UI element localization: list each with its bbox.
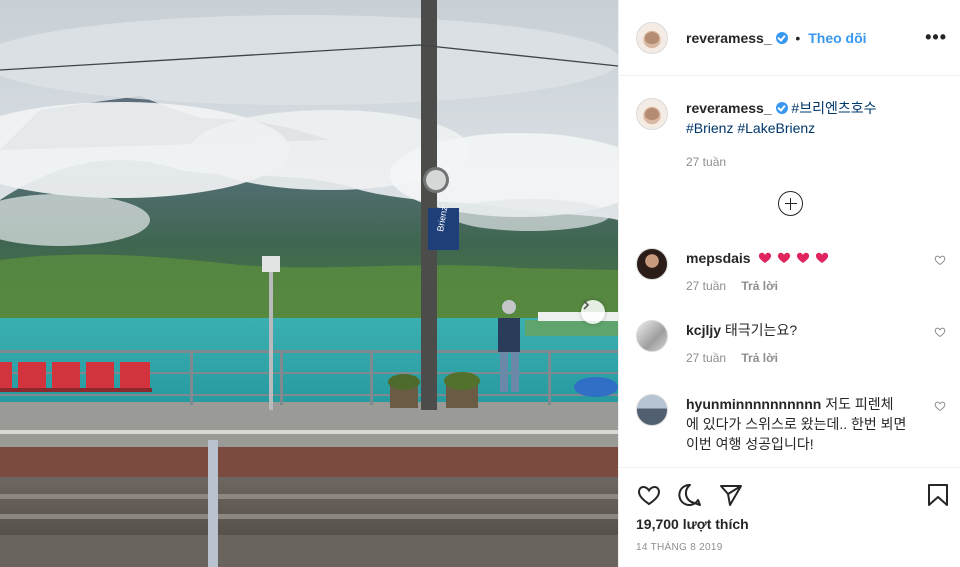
separator-dot: • bbox=[795, 29, 801, 46]
commenter-avatar[interactable] bbox=[636, 248, 668, 280]
commenter-username[interactable]: mepsdais bbox=[686, 250, 751, 266]
heart-icon[interactable] bbox=[636, 482, 662, 508]
comment-meta: 27 tuần Trả lời bbox=[686, 348, 908, 368]
next-arrow-icon bbox=[583, 300, 590, 310]
post-details-panel: reveramess_ • Theo dõi ••• reveramess_ #… bbox=[618, 0, 960, 567]
post-header: reveramess_ • Theo dõi ••• bbox=[619, 0, 960, 76]
next-photo-button[interactable] bbox=[581, 300, 605, 324]
follow-button[interactable]: Theo dõi bbox=[808, 30, 866, 46]
hashtag[interactable]: #Brienz bbox=[686, 120, 733, 136]
commenter-avatar[interactable] bbox=[636, 320, 668, 352]
verified-icon bbox=[775, 31, 788, 44]
caption-text: reveramess_ #브리엔츠호수 #Brienz #LakeBrienz … bbox=[686, 98, 877, 172]
post-caption: reveramess_ #브리엔츠호수 #Brienz #LakeBrienz … bbox=[636, 98, 946, 172]
instagram-post: Brienz reveramess_ • Theo dõi ••• revera… bbox=[0, 0, 960, 567]
load-more-icon[interactable] bbox=[778, 191, 803, 216]
comment-body: hyunminnnnnnnnnn 저도 피렌체 에 있다가 스위스로 왔는데..… bbox=[686, 394, 908, 454]
like-count[interactable]: 19,700 lượt thích bbox=[636, 516, 749, 532]
share-icon[interactable] bbox=[718, 482, 744, 508]
verified-icon bbox=[775, 102, 788, 114]
post-actions: 19,700 lượt thích 14 THÁNG 8 2019 bbox=[619, 467, 960, 567]
lake-landscape-image: Brienz bbox=[0, 0, 618, 567]
caption-username[interactable]: reveramess_ bbox=[686, 100, 772, 116]
hashtag[interactable]: #LakeBrienz bbox=[737, 120, 815, 136]
comment-item: mepsdais 27 tuần Trả lời bbox=[636, 248, 946, 296]
post-date[interactable]: 14 THÁNG 8 2019 bbox=[636, 542, 723, 553]
post-photo[interactable]: Brienz bbox=[0, 0, 618, 567]
comment-time[interactable]: 27 tuần bbox=[686, 279, 726, 293]
heart-icon[interactable] bbox=[934, 400, 946, 412]
commenter-username[interactable]: kcjljy bbox=[686, 322, 721, 338]
comment-time[interactable]: 27 tuần bbox=[686, 351, 726, 365]
hashtag[interactable]: #브리엔츠호수 bbox=[791, 100, 876, 116]
caption-author-avatar[interactable] bbox=[636, 98, 668, 130]
heart-emoji-row bbox=[754, 250, 834, 266]
comment-meta: 27 tuần Trả lời bbox=[686, 276, 908, 296]
reply-button[interactable]: Trả lời bbox=[741, 351, 778, 365]
heart-emoji-icons bbox=[759, 252, 829, 263]
comment-item: hyunminnnnnnnnnn 저도 피렌체 에 있다가 스위스로 왔는데..… bbox=[636, 394, 946, 454]
caption-time[interactable]: 27 tuần bbox=[686, 152, 877, 172]
author-username[interactable]: reveramess_ bbox=[686, 30, 772, 46]
reply-button[interactable]: Trả lời bbox=[741, 279, 778, 293]
comment-body: mepsdais 27 tuần Trả lời bbox=[686, 248, 908, 296]
comment-text: 태극기는요? bbox=[724, 322, 798, 338]
more-options-icon[interactable]: ••• bbox=[925, 28, 947, 46]
comment-icon[interactable] bbox=[677, 482, 703, 508]
comment-body: kcjljy 태극기는요? 27 tuần Trả lời bbox=[686, 320, 908, 368]
comment-item: kcjljy 태극기는요? 27 tuần Trả lời bbox=[636, 320, 946, 368]
commenter-avatar[interactable] bbox=[636, 394, 668, 426]
heart-icon[interactable] bbox=[934, 326, 946, 338]
author-avatar[interactable] bbox=[636, 21, 668, 54]
commenter-username[interactable]: hyunminnnnnnnnnn bbox=[686, 396, 821, 412]
bookmark-icon[interactable] bbox=[925, 482, 951, 508]
heart-icon[interactable] bbox=[934, 254, 946, 266]
